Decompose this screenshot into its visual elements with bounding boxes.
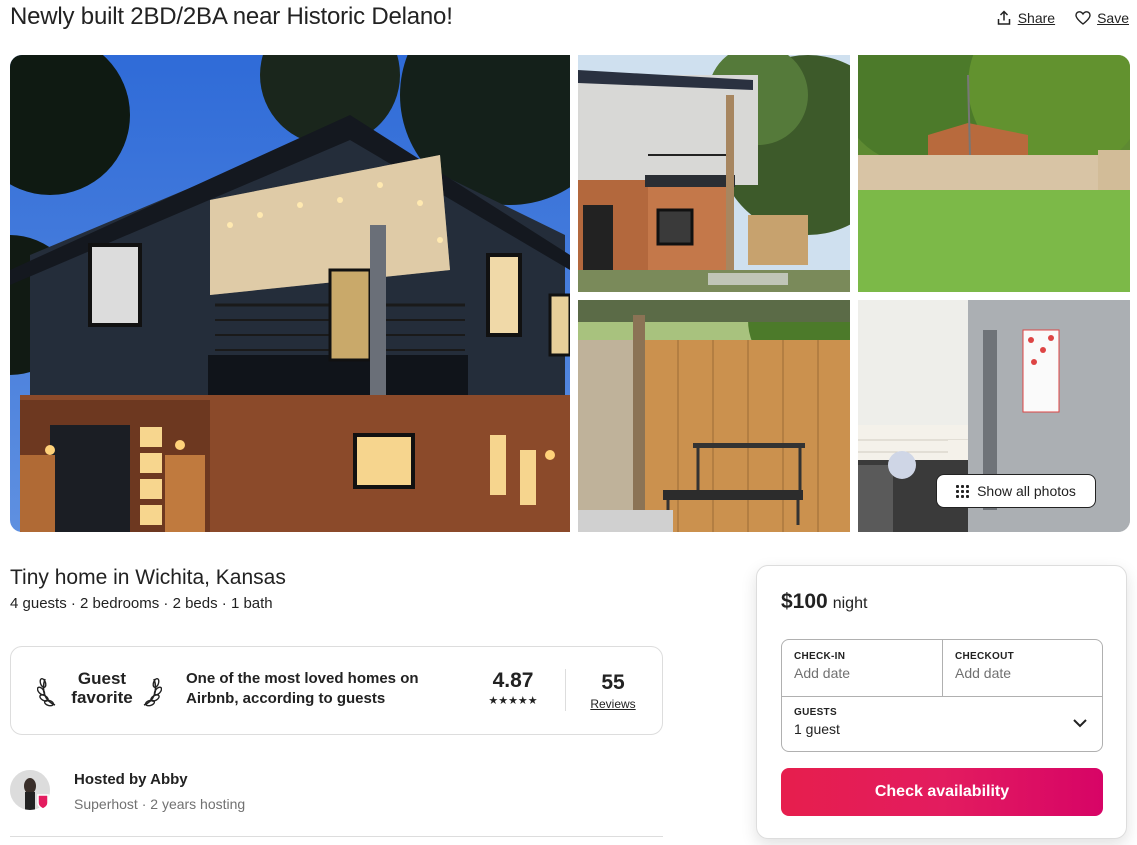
photo-backyard[interactable] bbox=[858, 55, 1130, 292]
laurel-icon bbox=[37, 677, 56, 707]
listing-title: Newly built 2BD/2BA near Historic Delano… bbox=[10, 3, 453, 30]
price: $100 night bbox=[781, 590, 867, 614]
share-label: Share bbox=[1017, 10, 1056, 26]
reviews-block[interactable]: 55 Reviews bbox=[583, 671, 643, 711]
guest-favorite-card: Guest favorite One of the most loved hom… bbox=[10, 646, 663, 735]
heart-icon bbox=[1075, 11, 1091, 25]
superhost-badge-icon bbox=[37, 794, 49, 810]
guest-favorite-description: One of the most loved homes on Airbnb, a… bbox=[186, 670, 419, 707]
grid-icon bbox=[956, 484, 970, 498]
listing-details: 4 guests · 2 bedrooms · 2 beds · 1 bath bbox=[10, 595, 273, 612]
photo-fence-bench[interactable] bbox=[578, 300, 850, 532]
photo-main-house-exterior[interactable] bbox=[10, 55, 570, 532]
rating-block: 4.87 ★★★★★ bbox=[481, 669, 545, 707]
price-amount: $100 bbox=[781, 590, 828, 613]
reviews-link[interactable]: Reviews bbox=[583, 697, 643, 711]
guest-favorite-line1: Guest bbox=[77, 669, 127, 688]
checkin-field[interactable]: CHECK-IN Add date bbox=[794, 651, 850, 681]
check-availability-button[interactable]: Check availability bbox=[781, 768, 1103, 816]
guest-favorite-line2: favorite bbox=[71, 688, 133, 707]
save-label: Save bbox=[1097, 10, 1129, 26]
checkout-value: Add date bbox=[955, 665, 1012, 681]
star-rating: ★★★★★ bbox=[488, 695, 538, 707]
listing-subtitle: Tiny home in Wichita, Kansas bbox=[10, 566, 286, 589]
save-button[interactable]: Save bbox=[1075, 10, 1129, 26]
photo-house-side[interactable] bbox=[578, 55, 850, 292]
host-meta: Superhost · 2 years hosting bbox=[74, 796, 246, 812]
chevron-down-icon[interactable] bbox=[1072, 715, 1088, 731]
show-all-photos-button[interactable]: Show all photos bbox=[936, 474, 1096, 508]
guest-favorite-badge: Guest favorite bbox=[63, 669, 141, 707]
field-divider bbox=[942, 640, 943, 696]
top-actions: Share Save bbox=[996, 10, 1129, 26]
show-all-photos-label: Show all photos bbox=[977, 483, 1076, 499]
checkout-label: CHECKOUT bbox=[955, 651, 1015, 662]
photo-gallery bbox=[10, 55, 1130, 532]
price-unit: night bbox=[832, 595, 868, 612]
rating-value: 4.87 bbox=[492, 669, 534, 692]
booking-card: $100 night CHECK-IN Add date CHECKOUT Ad… bbox=[756, 565, 1127, 839]
share-button[interactable]: Share bbox=[996, 10, 1055, 26]
laurel-icon bbox=[143, 677, 162, 707]
booking-fields: CHECK-IN Add date CHECKOUT Add date GUES… bbox=[781, 639, 1103, 752]
share-icon bbox=[997, 10, 1010, 25]
checkout-field[interactable]: CHECKOUT Add date bbox=[955, 651, 1014, 681]
field-divider bbox=[782, 696, 1102, 697]
hosted-by: Hosted by Abby bbox=[74, 771, 188, 788]
guests-value: 1 guest bbox=[794, 721, 840, 737]
guests-label: GUESTS bbox=[794, 707, 837, 718]
guests-field[interactable]: GUESTS 1 guest bbox=[794, 707, 840, 737]
checkin-value: Add date bbox=[794, 665, 851, 681]
checkin-label: CHECK-IN bbox=[794, 651, 846, 662]
divider bbox=[565, 669, 566, 711]
section-divider bbox=[10, 836, 663, 837]
review-count: 55 bbox=[601, 671, 625, 694]
